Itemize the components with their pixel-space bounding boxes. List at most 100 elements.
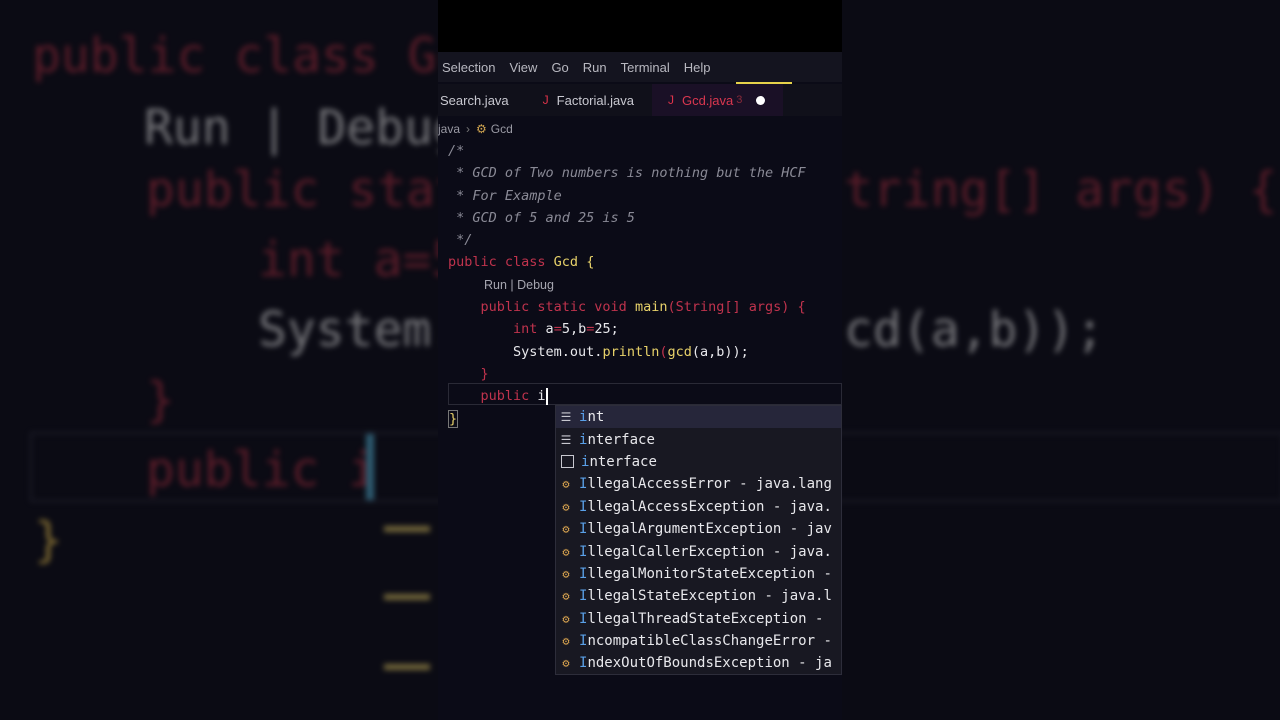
menu-bar: Selection View Go Run Terminal Help <box>438 52 842 82</box>
suggestion-label: nterface <box>589 453 657 470</box>
suggestion-label: llegalArgumentException - jav <box>587 521 832 538</box>
suggestion-match: i <box>579 431 588 448</box>
top-letterbox <box>438 0 842 52</box>
punctuation-token: (a,b)); <box>691 343 749 360</box>
suggestion-label: ncompatibleClassChangeError - <box>587 633 832 650</box>
background-code-text: System. <box>258 302 461 358</box>
class-icon: ⚙ <box>562 656 570 671</box>
background-code-text: cd(a,b)); <box>844 302 1105 358</box>
method-name-token: println <box>602 343 660 360</box>
tab-search-java[interactable]: Search.java <box>438 84 527 116</box>
typed-text: i <box>537 388 546 405</box>
suggestion-item[interactable]: ⚙ IllegalAccessException - java. <box>556 496 841 518</box>
number-token: 25 <box>594 321 611 338</box>
class-icon: ⚙ <box>562 499 570 514</box>
class-icon: ⚙ <box>562 544 570 559</box>
code-line: int a=5,b=25; <box>448 318 842 340</box>
suggestion-match: I <box>579 476 588 493</box>
background-suggest-icon <box>384 594 430 638</box>
tab-factorial-java[interactable]: J Factorial.java <box>527 84 652 116</box>
text-cursor <box>545 387 548 405</box>
code-line: public static void main(String[] args) { <box>448 296 842 318</box>
tab-label: Search.java <box>440 92 509 108</box>
run-debug-codelens[interactable]: Run | Debug <box>448 274 842 296</box>
background-code-text: Run | Debug <box>144 100 462 156</box>
menu-item-selection[interactable]: Selection <box>442 60 495 75</box>
class-icon: ⚙ <box>562 522 570 537</box>
java-file-icon: J <box>542 93 549 107</box>
brace-token: { <box>586 254 595 271</box>
suggestion-item[interactable]: ⚙ IncompatibleClassChangeError - <box>556 630 841 652</box>
code-line: /* <box>448 143 465 159</box>
menu-item-terminal[interactable]: Terminal <box>621 60 670 75</box>
menu-item-run[interactable]: Run <box>583 60 607 75</box>
editor-window: Selection View Go Run Terminal Help Search.ja… <box>438 0 842 720</box>
method-name-token: main <box>634 299 668 316</box>
suggestion-match: I <box>579 655 588 672</box>
keyword-token: public static void <box>448 299 635 316</box>
breadcrumb-file[interactable]: java <box>438 122 460 136</box>
suggestion-item[interactable]: ☰ i nterface <box>556 428 841 450</box>
suggestion-label: nt <box>587 409 605 426</box>
code-line: } <box>448 365 489 382</box>
number-token: 5 <box>561 321 570 338</box>
suggestion-label: llegalCallerException - java. <box>587 543 832 560</box>
variable-token: a <box>545 321 554 338</box>
matched-brace: } <box>448 409 459 428</box>
menu-item-go[interactable]: Go <box>551 60 568 75</box>
problem-count-badge: 3 <box>736 94 743 106</box>
code-line: * GCD of Two numbers is nothing but the … <box>448 165 806 182</box>
suggestion-match: I <box>579 565 588 582</box>
suggestion-label: llegalStateException - java.l <box>587 588 832 605</box>
snippet-icon <box>561 455 574 469</box>
suggestion-label: nterface <box>587 431 655 448</box>
code-line: System.out.println(gcd(a,b)); <box>448 341 842 363</box>
suggestion-match: I <box>579 498 588 515</box>
background-suggest-icon <box>384 526 430 570</box>
code-line: * For Example <box>448 187 562 204</box>
suggestion-match: i <box>579 409 588 426</box>
background-cursor <box>366 434 374 500</box>
suggestion-item[interactable]: ⚙ IllegalCallerException - java. <box>556 540 841 562</box>
menu-item-help[interactable]: Help <box>684 60 711 75</box>
class-icon: ⚙ <box>562 566 570 581</box>
class-symbol-icon: ⚙ <box>476 122 487 136</box>
suggestion-item[interactable]: ⚙ IllegalMonitorStateException - <box>556 563 841 585</box>
suggestion-match: I <box>579 543 588 560</box>
keyword-token: public <box>448 388 538 405</box>
java-file-icon: J <box>667 93 674 107</box>
background-code-text: public class Gc <box>32 28 466 84</box>
menu-item-view[interactable]: View <box>509 60 537 75</box>
unsaved-dot-icon[interactable] <box>756 95 766 105</box>
suggestion-match: I <box>579 610 588 627</box>
suggestion-item[interactable]: ⚙ IllegalThreadStateException - <box>556 608 841 630</box>
background-code-text: tring[] args) { <box>844 162 1278 218</box>
breadcrumb: java › ⚙ Gcd <box>438 118 513 140</box>
keyword-token: public class <box>448 254 554 271</box>
suggestion-label: llegalAccessException - java. <box>587 498 832 515</box>
suggestion-item[interactable]: ⚙ IllegalStateException - java.l <box>556 585 841 607</box>
punctuation-token: ; <box>610 321 619 338</box>
background-suggest-icon <box>384 664 430 708</box>
suggestion-item[interactable]: i nterface <box>556 451 841 473</box>
tab-bar: Search.java J Factorial.java J Gcd.java 3 <box>438 84 842 116</box>
tab-label: Gcd.java <box>681 92 734 108</box>
tab-gcd-java[interactable]: J Gcd.java 3 <box>651 84 784 116</box>
class-icon: ⚙ <box>562 589 570 604</box>
background-code-text: } <box>146 372 175 428</box>
tab-label: Factorial.java <box>556 92 634 108</box>
breadcrumb-symbol[interactable]: Gcd <box>491 122 513 136</box>
suggestion-item[interactable]: ⚙ IllegalAccessError - java.lang <box>556 473 841 495</box>
object-token: System.out. <box>448 343 603 360</box>
suggestion-label: ndexOutOfBoundsException - ja <box>587 655 832 672</box>
background-code-text: public stat <box>146 162 464 218</box>
suggestion-item[interactable]: ☰ i nt <box>556 406 841 429</box>
suggestion-label: llegalThreadStateException - <box>587 610 824 627</box>
method-call-token: gcd <box>667 343 692 360</box>
suggestion-item[interactable]: ⚙ IllegalArgumentException - jav <box>556 518 841 540</box>
autocomplete-suggestions[interactable]: ☰ i nt ☰ i nterface i nterface ⚙ IllegalAccessErr… <box>555 405 842 675</box>
suggestion-item[interactable]: ⚙ IndexOutOfBoundsException - ja <box>556 652 841 674</box>
code-editor[interactable]: /* * GCD of Two numbers is nothing but t… <box>448 140 842 430</box>
class-icon: ⚙ <box>562 611 570 626</box>
suggestion-match: i <box>581 453 590 470</box>
